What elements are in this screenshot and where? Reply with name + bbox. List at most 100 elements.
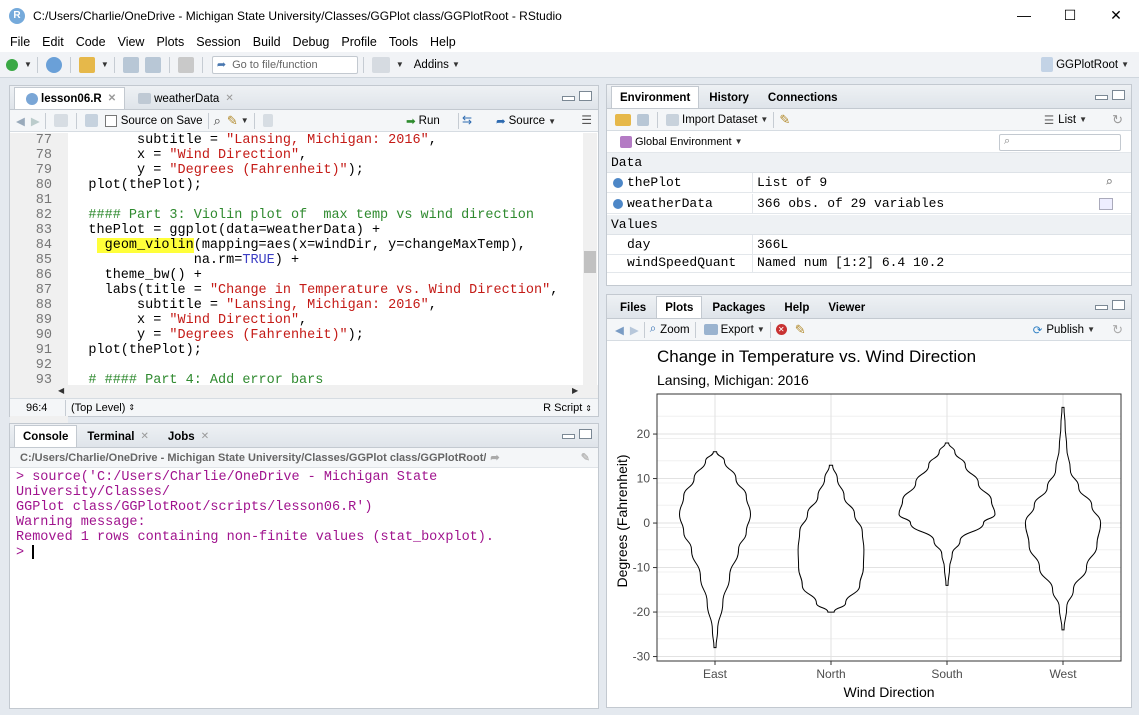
editor-vertical-scrollbar[interactable] [583,133,597,385]
new-project-icon[interactable] [45,56,62,73]
env-row-windspeedquant[interactable]: windSpeedQuant Named num [1:2] 6.4 10.2 [607,252,1131,273]
tab-history[interactable]: History [700,86,758,108]
minimize-pane-icon[interactable] [562,96,575,101]
code-line[interactable]: 82 #### Part 3: Violin plot of max temp … [10,208,596,223]
magic-wand-icon[interactable]: ✎ [227,113,238,129]
chevron-down-icon[interactable]: ▼ [396,60,404,69]
maximize-pane-icon[interactable] [579,91,592,101]
previous-plot-icon[interactable]: ◀ [615,323,624,337]
show-in-window-icon[interactable] [53,114,68,127]
tab-environment[interactable]: Environment [611,86,700,108]
code-line[interactable]: 85 na.rm=TRUE) + [10,253,596,268]
refresh-icon[interactable]: ↻ [1112,112,1123,128]
menu-debug[interactable]: Debug [287,35,336,49]
document-outline-icon[interactable]: ☰ [581,113,592,127]
grid-layout-icon[interactable] [371,56,390,73]
minimize-pane-icon[interactable] [562,434,575,439]
code-line[interactable]: 86 theme_bw() + [10,268,596,283]
run-button[interactable]: ➡ Run [406,114,440,128]
scope-selector[interactable]: (Top Level) [71,402,125,414]
load-workspace-icon[interactable] [615,113,631,126]
next-plot-icon[interactable]: ▶ [630,323,639,337]
close-icon[interactable]: ✕ [225,93,233,104]
list-view-button[interactable]: ☰ List ▼ [1044,113,1087,127]
publish-button[interactable]: ⟳ Publish ▼ [1033,323,1095,337]
addins-menu[interactable]: Addins [414,59,449,71]
broom-icon[interactable]: ✎ [795,322,806,338]
minimize-button[interactable]: — [1001,0,1047,31]
save-all-icon[interactable] [144,56,161,73]
code-line[interactable]: 80 plot(thePlot); [10,178,596,193]
maximize-button[interactable]: ☐ [1047,0,1093,31]
code-line[interactable]: 79 y = "Degrees (Fahrenheit)"); [10,163,596,178]
goto-directory-icon[interactable]: ➦ [490,451,499,464]
menu-plots[interactable]: Plots [150,35,190,49]
project-menu[interactable]: GGPlotRoot ▼ [1038,57,1129,72]
env-row-weatherdata[interactable]: weatherData 366 obs. of 29 variables [607,193,1131,214]
global-environment-selector[interactable]: Global Environment ▼ [617,135,743,148]
zoom-button[interactable]: ⌕ Zoom [650,323,690,336]
new-file-icon[interactable] [6,58,18,71]
code-line[interactable]: 89 x = "Wind Direction", [10,313,596,328]
tab-connections[interactable]: Connections [759,86,847,108]
maximize-pane-icon[interactable] [1112,300,1125,310]
scrollbar-thumb[interactable] [584,251,596,273]
code-line[interactable]: 83 thePlot = ggplot(data=weatherData) + [10,223,596,238]
tab-console[interactable]: Console [14,425,78,447]
view-table-icon[interactable] [1099,197,1113,210]
code-line[interactable]: 92 [10,358,596,373]
clear-console-icon[interactable]: ✎ [581,451,590,464]
close-button[interactable]: ✕ [1093,0,1139,31]
save-icon[interactable] [84,114,98,127]
console-prompt[interactable]: > [16,545,598,561]
search-icon[interactable]: ⌕ [214,113,221,129]
tab-terminal[interactable]: Terminal ✕ [78,425,157,447]
file-type-selector[interactable]: R Script ⇕ [543,402,592,414]
print-icon[interactable] [177,56,194,73]
close-icon[interactable]: ✕ [140,431,148,442]
tab-lesson06[interactable]: lesson06.R ✕ [14,87,126,109]
tab-help[interactable]: Help [775,296,818,318]
environment-search-input[interactable]: ⌕ [999,134,1121,151]
tab-plots[interactable]: Plots [656,296,703,318]
menu-profile[interactable]: Profile [335,35,382,49]
chevron-updown-icon[interactable]: ⇕ [128,403,135,412]
chevron-down-icon[interactable]: ▼ [101,60,109,69]
menu-help[interactable]: Help [424,35,462,49]
editor-horizontal-scrollbar[interactable]: ◀ ▶ [10,385,598,398]
code-line[interactable]: 81 [10,193,596,208]
code-line[interactable]: 90 y = "Degrees (Fahrenheit)"); [10,328,596,343]
code-line[interactable]: 88 subtitle = "Lansing, Michigan: 2016", [10,298,596,313]
source-button[interactable]: ➦ Source ▼ [496,114,556,128]
scroll-right-icon[interactable]: ▶ [572,386,578,395]
view-magnifier-icon[interactable]: ⌕ [1105,175,1113,190]
rerun-icon[interactable]: ⇆ [462,113,472,127]
tab-viewer[interactable]: Viewer [819,296,874,318]
code-line[interactable]: 84 geom_violin(mapping=aes(x=windDir, y=… [10,238,596,253]
menu-view[interactable]: View [112,35,151,49]
forward-arrow-icon[interactable]: ▶ [31,114,40,128]
code-line[interactable]: 77 subtitle = "Lansing, Michigan: 2016", [10,133,596,148]
menu-file[interactable]: File [4,35,36,49]
menu-build[interactable]: Build [247,35,287,49]
menu-session[interactable]: Session [190,35,246,49]
expand-icon[interactable] [613,199,623,209]
refresh-icon[interactable]: ↻ [1112,322,1123,338]
menu-code[interactable]: Code [70,35,112,49]
source-on-save-checkbox[interactable] [104,114,117,127]
minimize-pane-icon[interactable] [1095,95,1108,100]
expand-icon[interactable] [613,178,623,188]
remove-plot-icon[interactable]: ✕ [775,324,787,335]
menu-edit[interactable]: Edit [36,35,70,49]
tab-packages[interactable]: Packages [703,296,774,318]
save-workspace-icon[interactable] [637,113,649,126]
tab-jobs[interactable]: Jobs ✕ [159,425,218,447]
code-line[interactable]: 78 x = "Wind Direction", [10,148,596,163]
chevron-down-icon[interactable]: ▼ [24,60,32,69]
tab-weatherdata[interactable]: weatherData ✕ [126,87,243,109]
env-row-theplot[interactable]: thePlot List of 9 ⌕ [607,172,1131,193]
export-button[interactable]: Export ▼ [701,324,765,336]
import-dataset-button[interactable]: Import Dataset ▼ [663,113,768,126]
maximize-pane-icon[interactable] [1112,90,1125,100]
scroll-left-icon[interactable]: ◀ [58,386,64,395]
